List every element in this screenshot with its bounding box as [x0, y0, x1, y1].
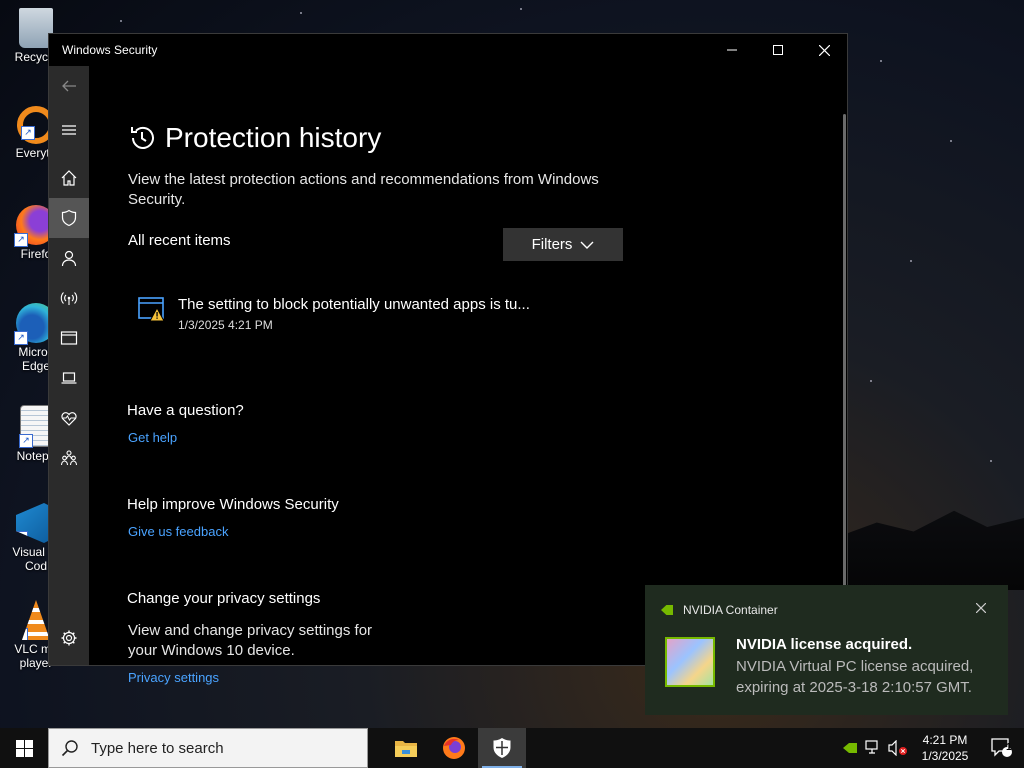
sidebar-item-firewall[interactable] [49, 278, 89, 318]
close-icon [975, 602, 987, 614]
back-arrow-icon [62, 80, 76, 92]
improve-heading: Help improve Windows Security [127, 496, 339, 513]
shield-icon [493, 738, 511, 758]
taskbar-search-box[interactable]: Type here to search [48, 728, 368, 768]
search-placeholder: Type here to search [91, 739, 224, 757]
get-help-link[interactable]: Get help [128, 430, 177, 445]
shield-icon [61, 209, 77, 227]
history-clock-icon [131, 126, 154, 149]
sidebar-item-virus-protection[interactable] [49, 198, 89, 238]
mountain-silhouette [840, 510, 1024, 590]
privacy-text: View and change privacy settings for you… [128, 622, 373, 659]
taskbar-firefox[interactable] [430, 728, 478, 768]
toast-app-name: NVIDIA Container [683, 603, 778, 617]
page-title: Protection history [165, 122, 382, 153]
close-button[interactable] [801, 34, 847, 66]
minimize-button[interactable] [709, 34, 755, 66]
list-item[interactable]: The setting to block potentially unwante… [138, 296, 530, 332]
chevron-down-icon [580, 241, 594, 249]
gear-icon [61, 630, 77, 646]
toast-app: NVIDIA Container [661, 603, 778, 617]
nvidia-icon [661, 605, 673, 615]
notification-toast[interactable]: NVIDIA Container NVIDIA license acquired… [645, 585, 1008, 715]
sidebar-item-device-performance[interactable] [49, 398, 89, 438]
sidebar-item-family-options[interactable] [49, 438, 89, 478]
hamburger-icon [62, 125, 76, 135]
browser-window-icon [60, 331, 78, 345]
question-heading: Have a question? [127, 402, 244, 419]
sidebar-item-home[interactable] [49, 158, 89, 198]
filters-button[interactable]: Filters [503, 228, 623, 261]
main-content: Protection history View the latest prote… [89, 66, 847, 685]
page-heading: Protection history [128, 122, 381, 154]
title-bar[interactable]: Windows Security [49, 34, 847, 66]
minimize-icon [727, 49, 737, 51]
list-header: All recent items [128, 232, 231, 249]
sidebar-item-account-protection[interactable] [49, 238, 89, 278]
tray-volume[interactable] [886, 728, 910, 768]
page-description: View the latest protection actions and r… [128, 171, 599, 208]
navigation-sidebar [49, 66, 89, 665]
scrollbar[interactable] [843, 114, 846, 604]
taskbar: Type here to search 4:21 PM 1/3/2025 1 [0, 728, 1024, 768]
toast-body: NVIDIA Virtual PC license acquired, expi… [736, 658, 974, 696]
privacy-settings-link[interactable]: Privacy settings [128, 670, 219, 685]
person-icon [61, 250, 77, 267]
gpu-chip-icon [665, 637, 715, 687]
windows-security-window: Windows Security Protection history View… [48, 33, 848, 685]
wifi-antenna-icon [60, 292, 78, 305]
volume-muted-icon [888, 740, 907, 756]
search-icon [61, 740, 78, 757]
window-title: Windows Security [62, 43, 158, 57]
item-date: 1/3/2025 4:21 PM [178, 318, 273, 332]
taskbar-file-explorer[interactable] [382, 728, 430, 768]
item-title: The setting to block potentially unwante… [178, 296, 530, 313]
clock-date: 1/3/2025 [921, 749, 969, 763]
maximize-icon [773, 45, 783, 55]
network-icon [865, 740, 878, 754]
notification-count: 1 [1006, 742, 1012, 753]
feedback-link[interactable]: Give us feedback [128, 524, 228, 539]
toast-title: NVIDIA license acquired. [736, 636, 913, 653]
firefox-icon [443, 737, 465, 759]
close-icon [818, 44, 830, 56]
back-button[interactable] [49, 66, 89, 106]
action-center-button[interactable]: 1 [980, 728, 1024, 768]
folder-icon [395, 741, 417, 757]
menu-button[interactable] [49, 110, 89, 150]
sidebar-item-app-browser[interactable] [49, 318, 89, 358]
clock-time: 4:21 PM [922, 733, 968, 747]
sidebar-item-settings[interactable] [49, 618, 89, 658]
taskbar-windows-security[interactable] [478, 728, 526, 768]
laptop-icon [61, 372, 77, 384]
tray-nvidia[interactable] [838, 728, 862, 768]
heart-pulse-icon [61, 412, 77, 426]
family-icon [60, 450, 78, 466]
windows-logo-icon [15, 739, 33, 757]
toast-close-button[interactable] [975, 600, 987, 618]
maximize-button[interactable] [755, 34, 801, 66]
nvidia-icon [843, 743, 857, 753]
filters-label: Filters [531, 236, 573, 253]
taskbar-clock[interactable]: 4:21 PM 1/3/2025 [910, 732, 980, 764]
warning-window-icon [138, 297, 165, 322]
system-tray: 4:21 PM 1/3/2025 1 [838, 728, 1024, 768]
start-button[interactable] [0, 728, 48, 768]
tray-network[interactable] [862, 728, 886, 768]
sidebar-item-device-security[interactable] [49, 358, 89, 398]
desktop-icon-label: Firefo [20, 247, 52, 261]
home-icon [61, 170, 77, 186]
privacy-heading: Change your privacy settings [127, 590, 321, 607]
